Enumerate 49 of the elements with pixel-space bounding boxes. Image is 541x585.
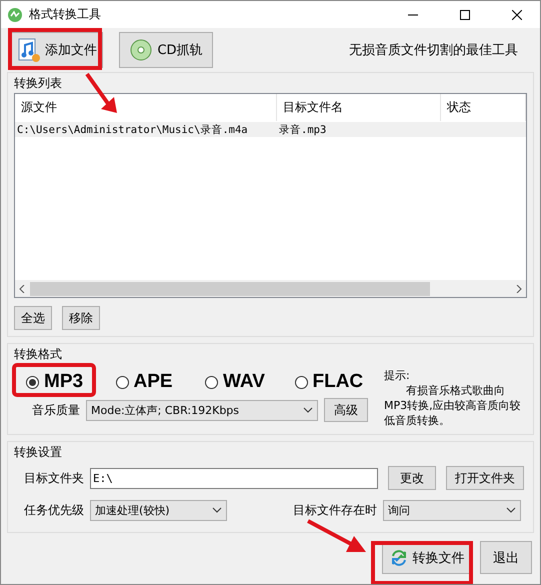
radio-dot-icon[interactable] (294, 376, 308, 388)
remove-button[interactable]: 移除 (62, 306, 100, 330)
format-radio[interactable]: WAV (205, 371, 294, 393)
dropdown-caret-icon (212, 507, 222, 513)
priority-label: 任务优先级 (24, 502, 84, 518)
folder-field[interactable]: E:\ (90, 468, 378, 488)
table-cell-text: C:\Users\Administrator\Music\录音.m4a (16, 122, 249, 136)
annotation-arrow (85, 72, 117, 113)
select-all-button[interactable]: 全选 (14, 306, 52, 330)
app-icon (7, 6, 23, 22)
slogan: 无损音质文件切割的最佳工具 (349, 42, 518, 59)
window-title: 格式转换工具 (29, 6, 102, 23)
group-title: 转换格式 (14, 346, 63, 362)
quality-label: 音乐质量 (32, 402, 80, 418)
change-button[interactable]: 更改 (388, 466, 436, 490)
horizontal-scrollbar[interactable] (15, 280, 526, 297)
format-radio[interactable]: FLAC (294, 371, 384, 393)
exists-label: 目标文件存在时 (293, 502, 377, 518)
open-folder-button[interactable]: 打开文件夹 (446, 466, 524, 490)
radio-dot-icon[interactable] (26, 376, 39, 388)
scroll-right-icon[interactable] (515, 284, 523, 292)
annotation-arrow (307, 519, 366, 552)
folder-label: 目标文件夹 (24, 470, 84, 486)
format-radio[interactable]: MP3 (26, 371, 116, 393)
cd-rip-button[interactable]: CD抓轨 (119, 32, 213, 68)
column-header[interactable]: 状态 (441, 94, 526, 121)
radio-dot-icon[interactable] (116, 376, 128, 388)
group-title: 转换列表 (14, 75, 63, 91)
hint-title: 提示: (384, 368, 411, 383)
dropdown-caret-icon (303, 407, 313, 413)
table-cell-text: 录音.mp3 (278, 122, 328, 136)
maximize-icon (460, 10, 470, 20)
scroll-left-icon[interactable] (18, 284, 26, 292)
exists-dropdown[interactable]: 询问 (383, 500, 521, 520)
hint-text: 有损音乐格式歌曲向MP3转换,应由较高音质向较低音质转换。 (384, 383, 522, 428)
quality-dropdown[interactable]: Mode:立体声; CBR:192Kbps (86, 400, 318, 420)
radio-dot-icon[interactable] (205, 376, 218, 388)
priority-dropdown[interactable]: 加速处理(较快) (90, 500, 227, 520)
exit-button[interactable]: 退出 (480, 541, 532, 574)
close-icon (512, 10, 522, 20)
disc-icon (129, 38, 154, 62)
file-row[interactable]: C:\Users\Administrator\Music\录音.m4a 录音.mp3 (15, 122, 526, 137)
format-radio[interactable]: APE (116, 371, 205, 393)
convert-icon (390, 548, 408, 566)
column-header[interactable]: 目标文件名 (277, 94, 441, 121)
group-title: 转换设置 (14, 444, 63, 460)
advanced-button[interactable]: 高级 (324, 398, 368, 422)
scroll-thumb[interactable] (30, 282, 430, 296)
dropdown-caret-icon (506, 507, 516, 513)
